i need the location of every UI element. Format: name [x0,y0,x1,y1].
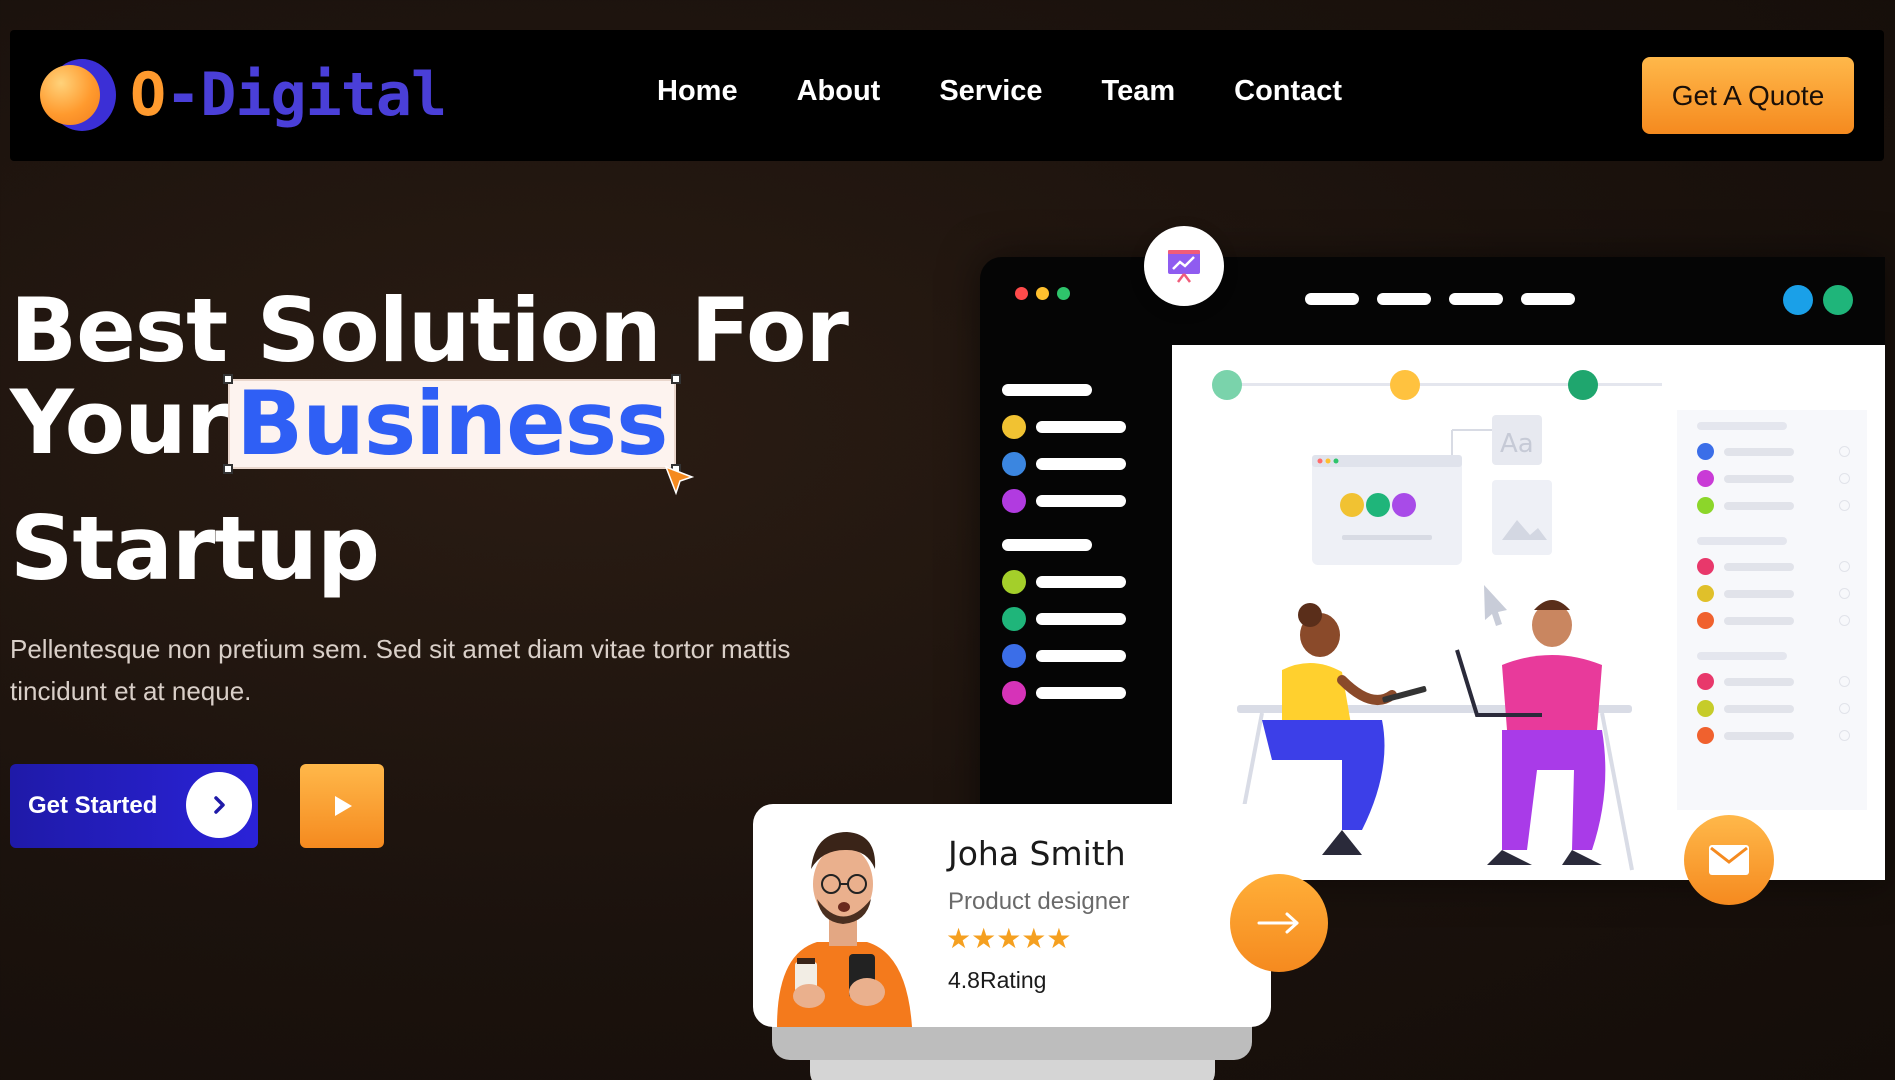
main-nav: Home About Service Team Contact [657,75,1342,108]
logo-icon [40,57,116,133]
svg-text:Aa: Aa [1500,429,1534,459]
dashboard-mockup: Aa [980,257,1885,880]
chevron-right-icon [186,772,252,838]
play-icon [335,796,352,816]
hero-title-line3: Startup [10,497,380,600]
logo-wordmark: -Digital [165,60,447,130]
nav-home[interactable]: Home [657,75,738,108]
hero-title: Best Solution For YourBusiness Startup [10,279,849,600]
presentation-icon [1144,226,1224,306]
hero-title-line1: Best Solution For [10,279,849,382]
navbar: O-Digital Home About Service Team Contac… [10,30,1884,161]
team-illustration: Aa [1230,415,1634,871]
dashboard-sidebar [1002,372,1126,711]
mail-icon[interactable] [1684,815,1774,905]
avatar [767,814,917,1027]
logo-text: O-Digital [130,60,447,130]
arrow-right-icon [1257,912,1299,934]
cursor-icon [664,465,694,496]
nav-service[interactable]: Service [939,75,1042,108]
nav-team[interactable]: Team [1102,75,1176,108]
get-a-quote-button[interactable]: Get A Quote [1642,57,1854,134]
play-video-button[interactable] [300,764,384,848]
profile-card: Joha Smith Product designer ★★★★★ 4.8Rat… [753,804,1271,1027]
dashboard-right-panel [1677,410,1867,810]
dashboard-canvas: Aa [1172,345,1885,880]
dashboard-status [1783,285,1853,315]
get-started-button[interactable]: Get Started [10,764,258,848]
hero-title-line2: YourBusiness [10,374,848,496]
hero-title-prefix: Your [10,371,229,474]
profile-rating: 4.8Rating [948,967,1047,993]
profile-next-button[interactable] [1230,874,1328,972]
logo-letter: O [130,60,166,130]
logo[interactable]: O-Digital [40,52,447,138]
dashboard-tabs [1305,293,1575,305]
nav-about[interactable]: About [797,75,881,108]
window-controls [1015,287,1070,300]
profile-role: Product designer [948,888,1130,915]
nav-contact[interactable]: Contact [1234,75,1342,108]
rating-stars: ★★★★★ [946,923,1072,954]
highlight-word: Business [236,372,668,475]
get-started-label: Get Started [28,792,158,819]
hero-subtitle: Pellentesque non pretium sem. Sed sit am… [10,634,791,706]
hero-title-highlight: Business [223,374,694,496]
profile-name: Joha Smith [948,834,1126,873]
